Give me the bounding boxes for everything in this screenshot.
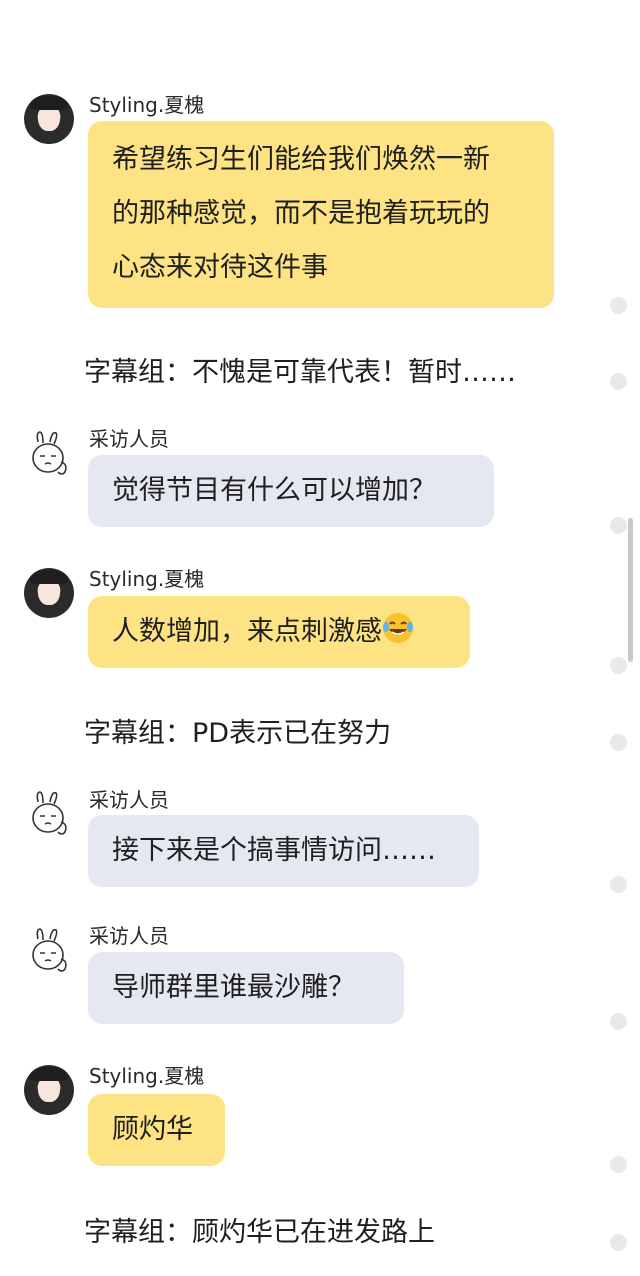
selection-dot[interactable] bbox=[610, 1156, 627, 1173]
avatar-styling[interactable] bbox=[24, 568, 74, 618]
sender-name: 采访人员 bbox=[89, 788, 169, 812]
selection-dot[interactable] bbox=[610, 876, 627, 893]
selection-dot[interactable] bbox=[610, 373, 627, 390]
rabbit-face-icon bbox=[32, 791, 67, 835]
sender-name: Styling.夏槐 bbox=[89, 567, 205, 591]
caption-text: 字幕组：顾灼华已在进发路上 bbox=[84, 1217, 435, 1248]
rabbit-avatar-icon[interactable] bbox=[28, 430, 72, 480]
rabbit-avatar-icon[interactable] bbox=[28, 927, 72, 977]
rabbit-face-icon bbox=[32, 928, 67, 972]
message-bubble[interactable]: 希望练习生们能给我们焕然一新 的那种感觉，而不是抱着玩玩的 心态来对待这件事 bbox=[88, 121, 554, 308]
message-bubble[interactable]: 导师群里谁最沙雕？ bbox=[88, 952, 404, 1024]
rabbit-face-icon bbox=[32, 431, 67, 475]
sender-name: Styling.夏槐 bbox=[89, 1064, 205, 1088]
avatar-styling[interactable] bbox=[24, 94, 74, 144]
message-line: 的那种感觉，而不是抱着玩玩的 bbox=[112, 198, 490, 229]
rabbit-avatar-icon[interactable] bbox=[28, 790, 72, 840]
message-line: 希望练习生们能给我们焕然一新 bbox=[112, 144, 490, 175]
message-bubble[interactable]: 顾灼华 bbox=[88, 1094, 225, 1166]
caption-text: 字幕组：不愧是可靠代表！暂时…… bbox=[84, 357, 516, 388]
avatar-styling[interactable] bbox=[24, 1065, 74, 1115]
caption-text: 字幕组：PD表示已在努力 bbox=[84, 718, 392, 749]
sender-name: 采访人员 bbox=[89, 924, 169, 948]
message-text: 人数增加，来点刺激感 bbox=[112, 616, 382, 647]
message-line: 心态来对待这件事 bbox=[112, 252, 328, 283]
message-text: 觉得节目有什么可以增加？ bbox=[112, 475, 436, 506]
selection-dot[interactable] bbox=[610, 297, 627, 314]
selection-dot[interactable] bbox=[610, 1234, 627, 1251]
selection-dot[interactable] bbox=[610, 657, 627, 674]
message-text: 导师群里谁最沙雕？ bbox=[112, 972, 355, 1003]
message-text: 顾灼华 bbox=[112, 1114, 193, 1145]
selection-dot[interactable] bbox=[610, 517, 627, 534]
scrollbar-thumb[interactable] bbox=[628, 518, 633, 662]
sender-name: Styling.夏槐 bbox=[89, 93, 205, 117]
selection-dot[interactable] bbox=[610, 734, 627, 751]
message-text: 接下来是个搞事情访问…… bbox=[112, 835, 436, 866]
selection-dot[interactable] bbox=[610, 1013, 627, 1030]
message-bubble[interactable]: 接下来是个搞事情访问…… bbox=[88, 815, 479, 887]
message-bubble[interactable]: 觉得节目有什么可以增加？ bbox=[88, 455, 494, 527]
sender-name: 采访人员 bbox=[89, 427, 169, 451]
laughing-tears-emoji-icon bbox=[382, 610, 414, 662]
message-bubble[interactable]: 人数增加，来点刺激感 bbox=[88, 596, 470, 668]
